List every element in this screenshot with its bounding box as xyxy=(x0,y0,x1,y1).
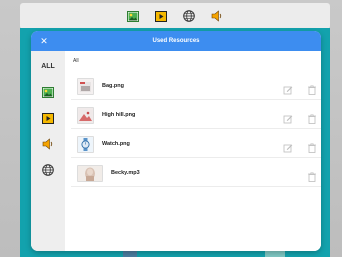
tab-audio[interactable] xyxy=(31,135,65,153)
resource-name: Watch.png xyxy=(102,141,130,147)
tab-videos[interactable] xyxy=(31,109,65,127)
resource-name: Becky.mp3 xyxy=(111,170,140,176)
list-item[interactable]: Bag.png xyxy=(71,71,321,100)
trash-icon xyxy=(308,172,316,182)
close-button[interactable]: ✕ xyxy=(38,35,50,47)
edit-button[interactable] xyxy=(283,111,293,124)
resource-thumbnail xyxy=(77,165,103,182)
delete-button[interactable] xyxy=(307,169,317,182)
filter-label: All xyxy=(73,58,79,64)
resource-name: High hill.png xyxy=(102,112,136,118)
speaker-icon[interactable] xyxy=(210,9,224,23)
list-item[interactable]: High hill.png xyxy=(71,100,321,129)
resource-thumbnail xyxy=(77,136,94,153)
resource-type-sidebar: ALL xyxy=(31,51,65,251)
delete-button[interactable] xyxy=(307,111,317,124)
dialog-title: Used Resources xyxy=(152,38,200,44)
resource-thumbnail xyxy=(77,78,94,95)
edit-button[interactable] xyxy=(283,82,293,95)
image-icon[interactable] xyxy=(126,9,140,23)
tab-all-label: ALL xyxy=(41,62,55,70)
speaker-icon xyxy=(42,138,53,150)
trash-icon xyxy=(308,143,316,153)
video-icon xyxy=(42,112,54,124)
resource-name: Bag.png xyxy=(102,83,124,89)
trash-icon xyxy=(308,85,316,95)
delete-button[interactable] xyxy=(307,140,317,153)
used-resources-dialog: ✕ Used Resources ALL All Bag.png High hi… xyxy=(31,31,321,251)
list-item[interactable]: Watch.png xyxy=(71,129,321,158)
globe-icon[interactable] xyxy=(182,9,196,23)
list-item[interactable]: Becky.mp3 xyxy=(71,158,321,187)
image-icon xyxy=(42,86,54,98)
tab-all[interactable]: ALL xyxy=(31,57,65,75)
dialog-header: ✕ Used Resources xyxy=(31,31,321,51)
globe-icon xyxy=(42,164,54,176)
resource-list-panel: All Bag.png High hill.png Watch.png Beck… xyxy=(65,51,321,251)
top-toolbar xyxy=(20,3,330,29)
close-icon: ✕ xyxy=(40,36,48,46)
delete-button[interactable] xyxy=(307,82,317,95)
edit-icon xyxy=(283,115,293,124)
trash-icon xyxy=(308,114,316,124)
resource-thumbnail xyxy=(77,107,94,124)
video-icon[interactable] xyxy=(154,9,168,23)
edit-button[interactable] xyxy=(283,140,293,153)
edit-icon xyxy=(283,144,293,153)
edit-icon xyxy=(283,86,293,95)
tab-web[interactable] xyxy=(31,161,65,179)
tab-images[interactable] xyxy=(31,83,65,101)
